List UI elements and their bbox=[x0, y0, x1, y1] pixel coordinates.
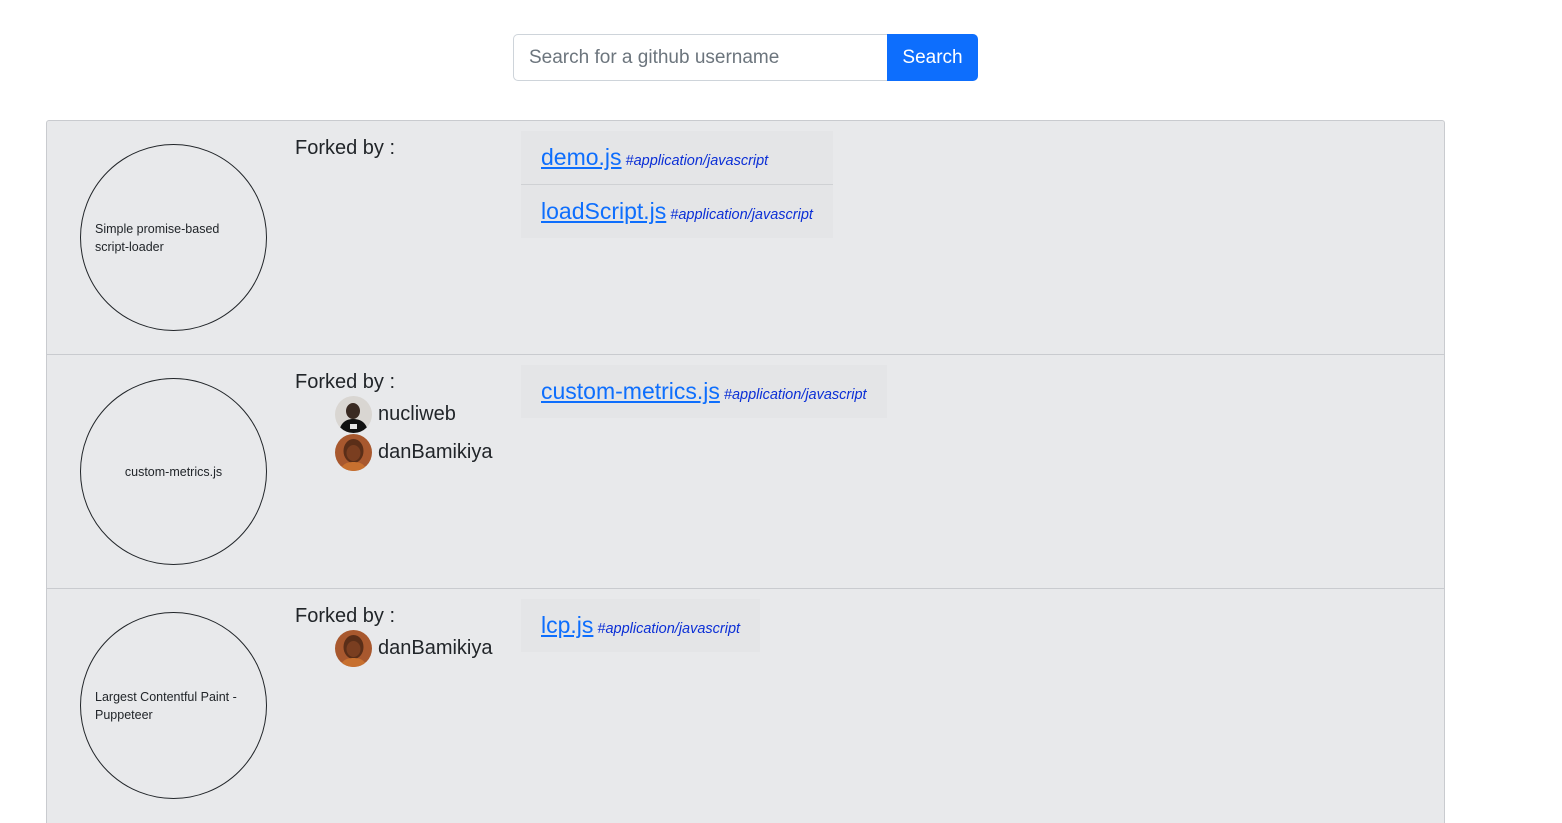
file-link[interactable]: lcp.js bbox=[541, 612, 593, 638]
file-item: loadScript.js #application/javascript bbox=[521, 185, 833, 238]
avatar bbox=[335, 433, 372, 471]
forked-by-section: Forked by : nucliweb danBamikiya bbox=[295, 369, 505, 471]
forked-by-section: Forked by : danBamikiya bbox=[295, 603, 505, 667]
file-list: lcp.js #application/javascript bbox=[521, 599, 761, 652]
avatar bbox=[335, 629, 372, 667]
file-type-tag: #application/javascript bbox=[670, 207, 813, 223]
forked-by-section: Forked by : bbox=[295, 135, 505, 161]
file-type-tag: #application/javascript bbox=[625, 153, 769, 169]
gist-description-circle: Largest Contentful Paint - Puppeteer bbox=[80, 612, 267, 799]
forker-username: danBamikiya bbox=[378, 636, 493, 659]
file-link[interactable]: custom-metrics.js bbox=[541, 378, 720, 404]
file-type-tag: #application/javascript bbox=[597, 621, 741, 637]
gist-card: custom-metrics.js Forked by : nucliweb d… bbox=[47, 355, 1444, 589]
forker-item[interactable]: danBamikiya bbox=[335, 629, 505, 667]
gist-description: Simple promise-based script-loader bbox=[95, 221, 220, 254]
avatar bbox=[335, 395, 372, 433]
forker-username: nucliweb bbox=[378, 402, 456, 425]
forked-by-label: Forked by : bbox=[295, 137, 396, 159]
file-item: demo.js #application/javascript bbox=[521, 131, 833, 185]
forked-by-label: Forked by : bbox=[295, 605, 396, 627]
gist-description-circle: Simple promise-based script-loader bbox=[80, 144, 267, 331]
file-list: custom-metrics.js #application/javascript bbox=[521, 365, 887, 418]
search-bar: Search bbox=[513, 34, 978, 81]
forker-username: danBamikiya bbox=[378, 440, 493, 463]
gist-description: custom-metrics.js bbox=[124, 464, 223, 479]
file-link[interactable]: demo.js bbox=[541, 144, 622, 170]
forker-item[interactable]: danBamikiya bbox=[335, 433, 505, 471]
forker-item[interactable]: nucliweb bbox=[335, 395, 505, 433]
gist-description: Largest Contentful Paint - Puppeteer bbox=[95, 689, 237, 722]
forked-by-label: Forked by : bbox=[295, 371, 396, 393]
file-item: custom-metrics.js #application/javascript bbox=[521, 365, 887, 418]
gist-list: Simple promise-based script-loader Forke… bbox=[46, 120, 1445, 823]
gist-description-circle: custom-metrics.js bbox=[80, 378, 267, 565]
search-button[interactable]: Search bbox=[887, 34, 978, 81]
search-input[interactable] bbox=[513, 34, 887, 81]
gist-card: Largest Contentful Paint - Puppeteer For… bbox=[47, 589, 1444, 823]
file-item: lcp.js #application/javascript bbox=[521, 599, 761, 652]
gist-card: Simple promise-based script-loader Forke… bbox=[47, 121, 1444, 355]
file-link[interactable]: loadScript.js bbox=[541, 198, 666, 224]
file-list: demo.js #application/javascript loadScrip… bbox=[521, 131, 833, 238]
file-type-tag: #application/javascript bbox=[723, 387, 867, 403]
